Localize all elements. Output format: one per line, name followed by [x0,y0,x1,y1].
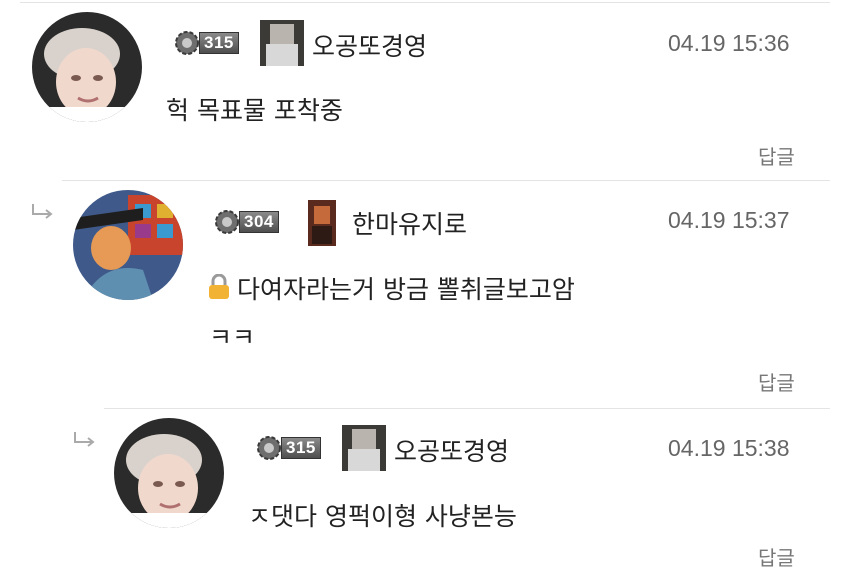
reply-arrow-icon [74,432,95,447]
comment-text: ㅈ댓다 영퍽이형 사냥본능 [248,502,517,531]
avatar[interactable] [32,12,142,122]
reply-button[interactable]: 답글 [758,542,795,571]
reply-button[interactable]: 답글 [758,367,795,396]
reply-button[interactable]: 답글 [758,141,795,170]
level-number: 315 [281,437,321,459]
level-badge: 304 [212,207,279,237]
comment-item: 315 오공또경영 04.19 15:38 ㅈ댓다 영퍽이형 사냥본능 답글 [0,408,850,584]
timestamp: 04.19 15:36 [668,30,790,56]
reply-arrow-icon [32,204,53,219]
gear-icon [257,436,281,460]
mini-profile-image [260,20,304,66]
mini-profile-image [342,425,386,471]
avatar[interactable] [73,190,183,300]
level-number: 304 [239,211,279,233]
comment-item: 315 오공또경영 04.19 15:36 헉 목표물 포착중 답글 [0,0,850,180]
nickname[interactable]: 오공또경영 [312,27,427,63]
mini-profile-image [308,200,336,246]
timestamp: 04.19 15:38 [668,435,790,461]
comment-item: 304 한마유지로 04.19 15:37 다여자라는거 방금 뽈취글보고암 ㅋ… [0,180,850,408]
gear-icon [215,210,239,234]
level-badge: 315 [254,433,321,463]
level-badge: 315 [172,28,239,58]
nickname[interactable]: 오공또경영 [394,432,509,468]
timestamp: 04.19 15:37 [668,207,790,233]
comment-text: 다여자라는거 방금 뽈취글보고암 [237,275,575,304]
avatar[interactable] [114,418,224,528]
level-number: 315 [199,32,239,54]
lock-icon [209,274,229,299]
comment-text: 헉 목표물 포착중 [166,96,343,125]
gear-icon [175,31,199,55]
nickname[interactable]: 한마유지로 [352,205,467,241]
comment-text-line2: ㅋㅋ [209,323,256,352]
